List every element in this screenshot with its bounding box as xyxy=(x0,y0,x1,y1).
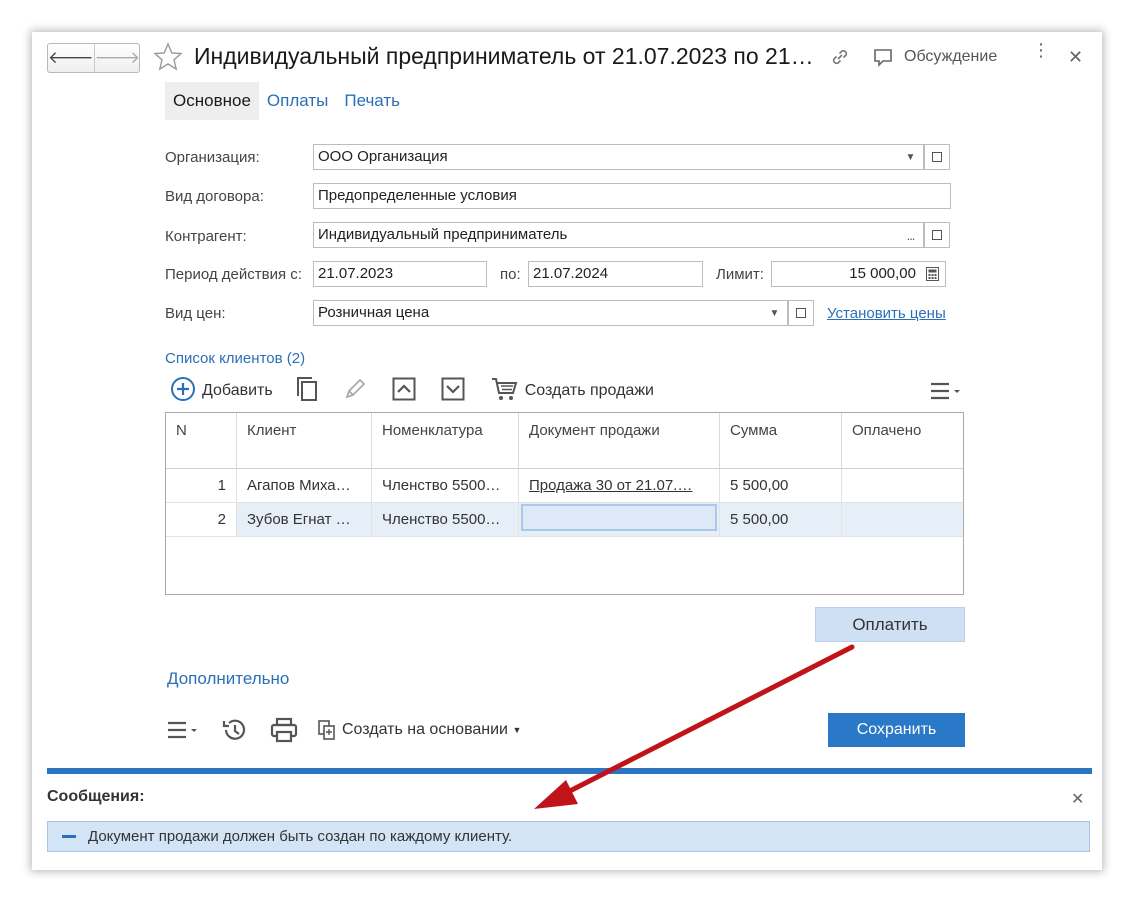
annotation-arrow-icon xyxy=(534,644,855,809)
